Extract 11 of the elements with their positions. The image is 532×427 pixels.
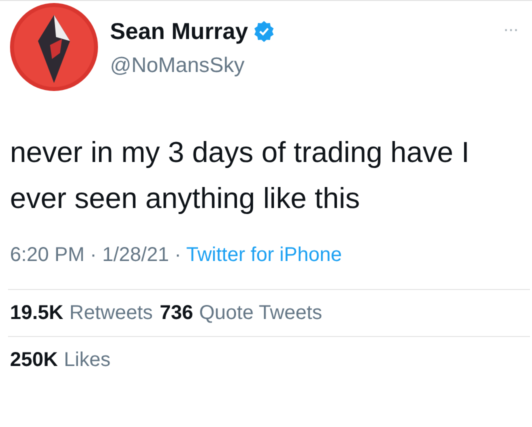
user-handle: @NoMansSky	[110, 54, 245, 78]
tweet-text: never in my 3 days of trading have I ever seen anything like this	[10, 136, 470, 217]
stat-label[interactable]: Quote Tweets	[199, 302, 322, 325]
stat-label[interactable]: Likes	[64, 349, 111, 372]
stat-label[interactable]: Retweets	[69, 302, 153, 325]
stat-count: 250K	[10, 349, 58, 372]
stat-count: 736	[160, 302, 194, 325]
stat-count: 19.5K	[10, 302, 64, 325]
display-name: Sean Murray	[110, 17, 248, 45]
source-link[interactable]: Twitter for iPhone	[186, 244, 342, 267]
timestamp: 6:20 PM · 1/28/21 ·	[10, 244, 182, 267]
